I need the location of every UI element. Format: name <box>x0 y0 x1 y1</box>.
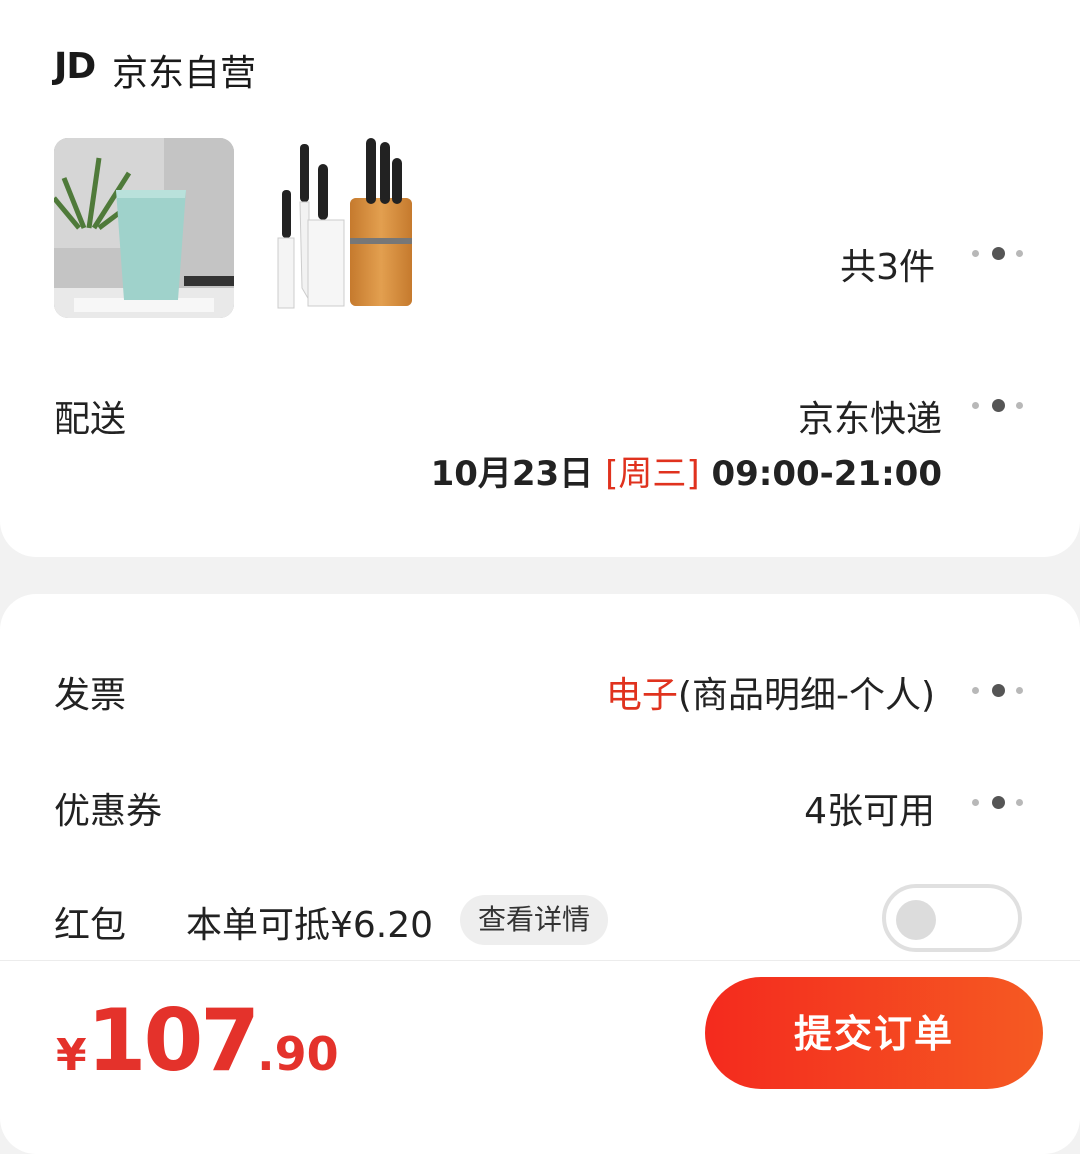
jd-logo: JD <box>54 46 96 87</box>
redpacket-detail-button[interactable]: 查看详情 <box>460 895 609 945</box>
delivery-window: 09:00-21:00 <box>711 454 942 494</box>
delivery-more-icon[interactable] <box>970 399 1026 413</box>
more-items-icon[interactable] <box>970 247 1026 261</box>
invoice-detail: (商品明细-个人) <box>677 675 935 716</box>
checkout-bar: ¥107.90 提交订单 <box>0 960 1080 1109</box>
invoice-label: 发票 <box>54 675 127 716</box>
currency-symbol: ¥ <box>56 1030 87 1081</box>
coupon-label: 优惠券 <box>54 791 163 832</box>
invoice-type: 电子 <box>605 675 678 716</box>
total-price: ¥107.90 <box>56 991 339 1091</box>
cup-image[interactable] <box>54 138 234 318</box>
delivery-time[interactable]: 10月23日 [周三] 09:00-21:00 <box>431 446 942 495</box>
coupon-more-icon[interactable] <box>970 796 1026 810</box>
toggle-knob <box>896 900 936 940</box>
order-items-card: JD 京东自营 共3件 配送 京东快递 10月23日 [周三] 09:00-21… <box>0 0 1080 557</box>
redpacket-toggle[interactable] <box>882 884 1022 952</box>
delivery-weekday: [周三] <box>605 454 700 494</box>
invoice-more-icon[interactable] <box>970 684 1026 698</box>
price-integer: 107 <box>86 991 261 1091</box>
shop-name: 京东自营 <box>112 53 257 94</box>
coupon-value[interactable]: 4张可用 <box>804 782 935 834</box>
delivery-label: 配送 <box>54 399 127 440</box>
submit-order-button[interactable]: 提交订单 <box>705 977 1043 1089</box>
price-decimal: .90 <box>257 1027 339 1081</box>
invoice-value[interactable]: 电子(商品明细-个人) <box>606 666 935 718</box>
redpacket-label: 红包 <box>54 905 127 946</box>
delivery-date: 10月23日 <box>430 454 594 494</box>
delivery-method[interactable]: 京东快递 <box>798 390 942 442</box>
item-count[interactable]: 共3件 <box>840 238 935 290</box>
knife-set-image[interactable] <box>270 138 450 318</box>
redpacket-value: 本单可抵¥6.20 <box>186 905 434 946</box>
